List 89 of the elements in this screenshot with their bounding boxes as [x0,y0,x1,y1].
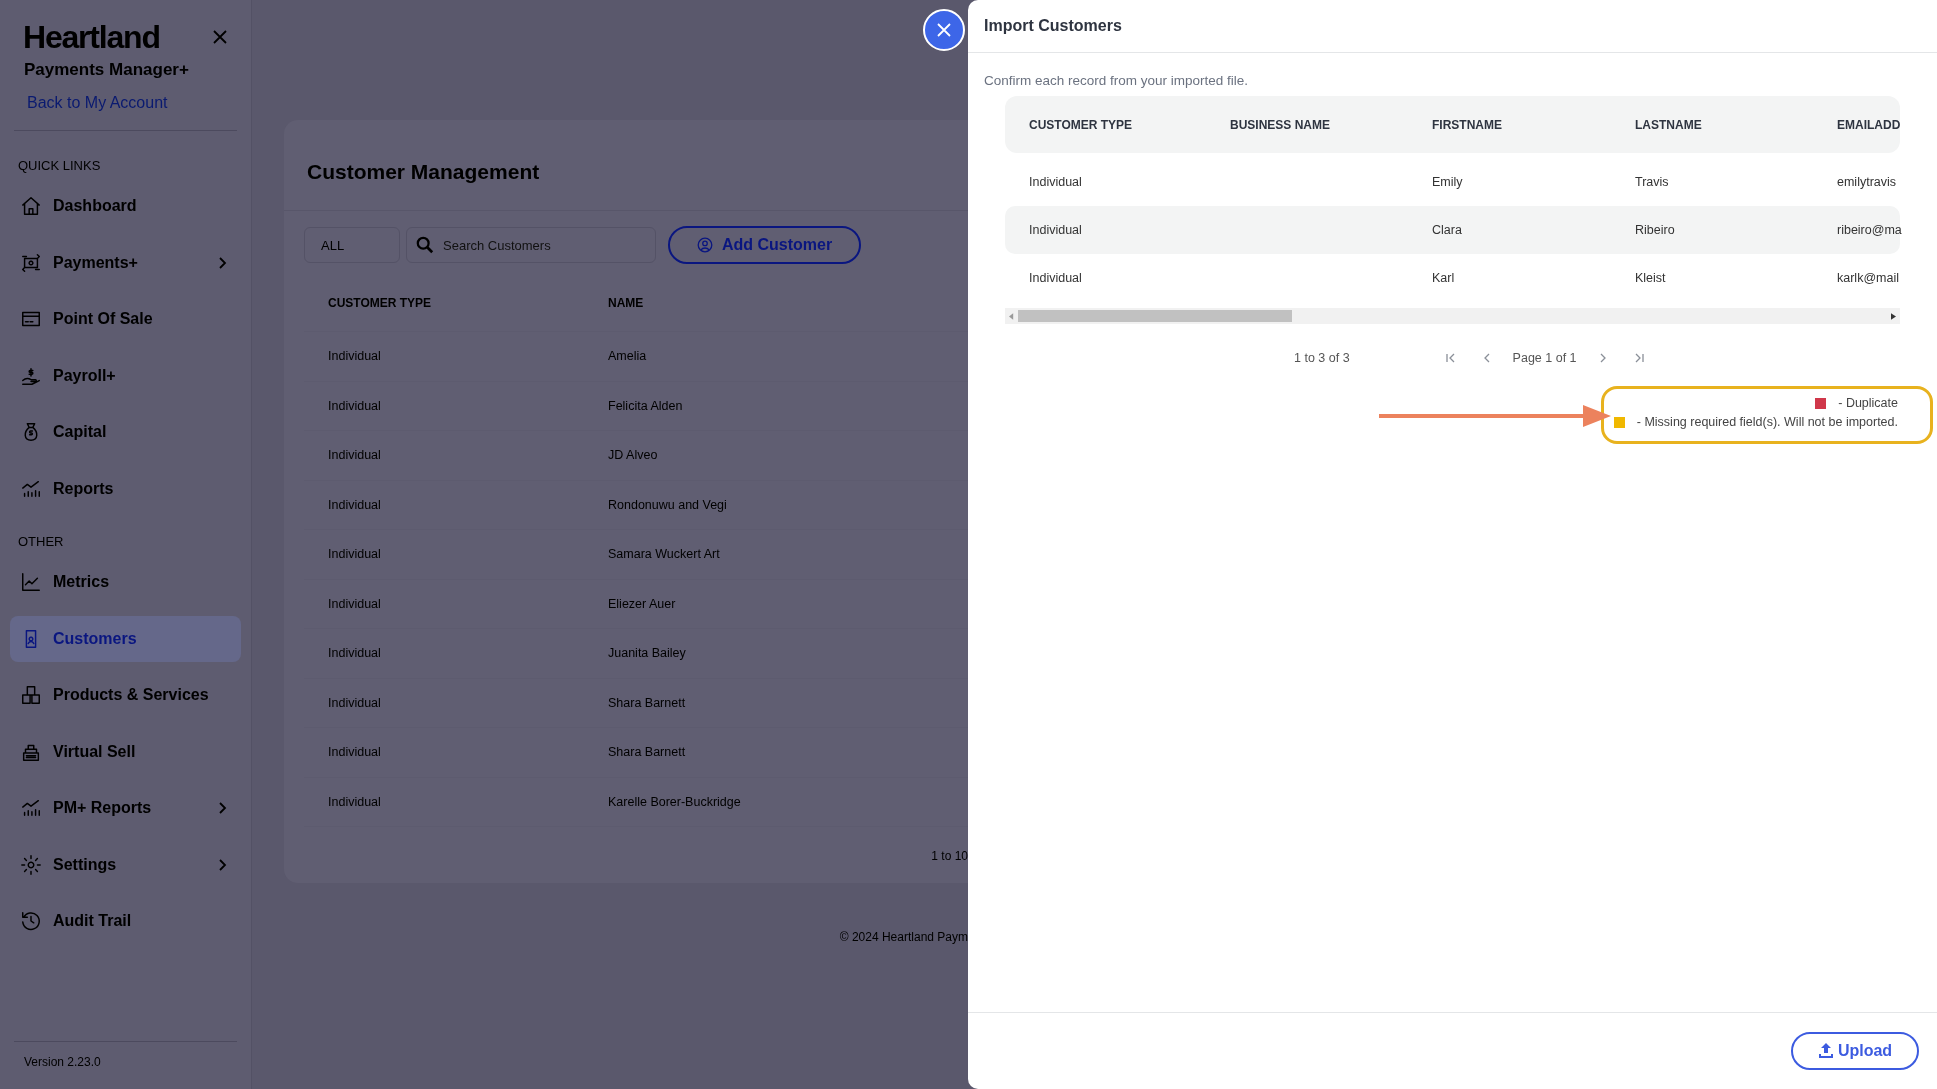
banknote-icon [20,251,42,274]
scrollbar-thumb[interactable] [1018,310,1292,322]
table-cell-text: Samara Wuckert Art [608,547,721,562]
upload-icon [1817,1043,1834,1059]
close-icon [936,22,952,38]
table-cell-text: JD Alveo [608,448,659,463]
table-cell-text: Individual [328,596,382,611]
nav-item[interactable]: PM+ Reports [10,785,241,831]
nav-item[interactable]: Audit Trail [10,898,241,944]
table-cell-text: Individual [328,794,382,809]
column-header: CUSTOMER TYPE [1028,117,1134,132]
section-heading: OTHER [17,534,65,549]
column-header: LASTNAME [1634,117,1703,132]
add-customer-button[interactable]: Add Customer [668,226,861,264]
filter-dropdown[interactable]: ALL [304,227,400,263]
table-cell-text: Individual [328,695,382,710]
nav-item[interactable]: Payments+ [10,239,241,286]
table-cell-text: Individual [328,349,382,364]
table-cell-text: Individual [328,448,382,463]
nav-item[interactable]: Settings [10,841,241,888]
version-label: Version 2.23.0 [23,1054,102,1071]
table-cell: ribeiro@ma [1837,223,1902,237]
table-cell-text: Rondonuwu and Vegi [608,497,728,512]
table-cell-text: Karelle Borer-Buckridge [608,794,742,809]
table-cell-text: Eliezer Auer [608,596,677,611]
boxes-icon [20,684,42,706]
pagination-summary: 1 to 10 [931,849,968,863]
upload-button[interactable]: Upload [1791,1032,1919,1070]
column-header: NAME [608,295,645,310]
legend-label: - Duplicate [1838,396,1898,410]
search-field[interactable]: Search Customers [406,227,656,263]
column-header: CUSTOMER TYPE [328,295,433,310]
table-cell: Individual [1029,271,1082,285]
brand-logo: Heartland [23,18,160,56]
column-header: EMAILADD [1836,117,1901,132]
instruction-text: Confirm each record from your imported file. [984,73,1250,88]
table-cell-text: Individual [328,745,382,760]
table-cell: Kleist [1635,271,1666,285]
page-indicator: Page 1 of 1 [1512,351,1577,365]
section-heading: QUICK LINKS [17,158,102,173]
legend-label: - Missing required field(s). Will not be imported. [1636,415,1898,429]
nav-item[interactable]: Dashboard [10,183,241,229]
close-button[interactable] [923,9,965,51]
nav-item[interactable]: Point Of Sale [10,296,241,342]
horizontal-scrollbar[interactable] [1005,308,1900,324]
table-cell: Clara [1432,223,1462,237]
table-cell-text: Shara Barnett [608,695,687,710]
table-cell-text: Individual [328,646,382,661]
table-cell: Ribeiro [1635,223,1675,237]
history-icon [20,910,42,932]
line-chart-icon [20,571,42,593]
table-cell-text: Amelia [608,349,648,364]
close-icon[interactable] [213,30,227,44]
column-header: BUSINESS NAME [1229,117,1331,132]
copyright-text: © 2024 Heartland Paym [839,930,968,944]
house-icon [20,195,42,217]
nav-item[interactable]: Customers [10,615,241,662]
table-cell: Emily [1432,175,1463,189]
settings-icon [20,853,42,876]
scroll-left-icon [1009,312,1014,320]
first-page-icon [1444,352,1457,364]
table-cell-text: Felicita Alden [608,398,684,413]
table-cell: Individual [1029,175,1082,189]
pagination-summary: 1 to 3 of 3 [1294,351,1350,365]
bar-chart-icon [20,797,42,819]
page-title: Customer Management [306,160,540,183]
back-link[interactable]: Back to My Account [10,94,241,112]
table-cell: emilytravis [1837,175,1897,189]
nav-item[interactable]: Metrics [10,559,241,605]
table-cell-text: Individual [328,398,382,413]
nav-item[interactable]: Reports [10,465,241,512]
table-cell-text: Individual [328,497,382,512]
nav-item[interactable]: Payroll+ [10,352,241,399]
nav-item[interactable]: Products & Services [10,672,241,718]
nav-item[interactable]: Capital [10,409,241,455]
table-cell: Karl [1432,271,1455,285]
table-cell-text: Shara Barnett [608,745,687,760]
search-icon [416,236,434,254]
scroll-right-icon [1891,312,1896,320]
nav-item[interactable]: Virtual Sell [10,728,241,775]
column-header: FIRSTNAME [1431,117,1503,132]
panel-title: Import Customers [984,17,1122,35]
app-subtitle: Payments Manager+ [23,60,190,80]
table-cell: karlk@mail [1837,271,1899,285]
table-cell-text: Juanita Bailey [608,646,687,661]
table-cell: Travis [1635,175,1669,189]
user-circle-icon [696,237,713,253]
table-cell-text: Individual [328,547,382,562]
table-cell: Individual [1029,223,1082,237]
